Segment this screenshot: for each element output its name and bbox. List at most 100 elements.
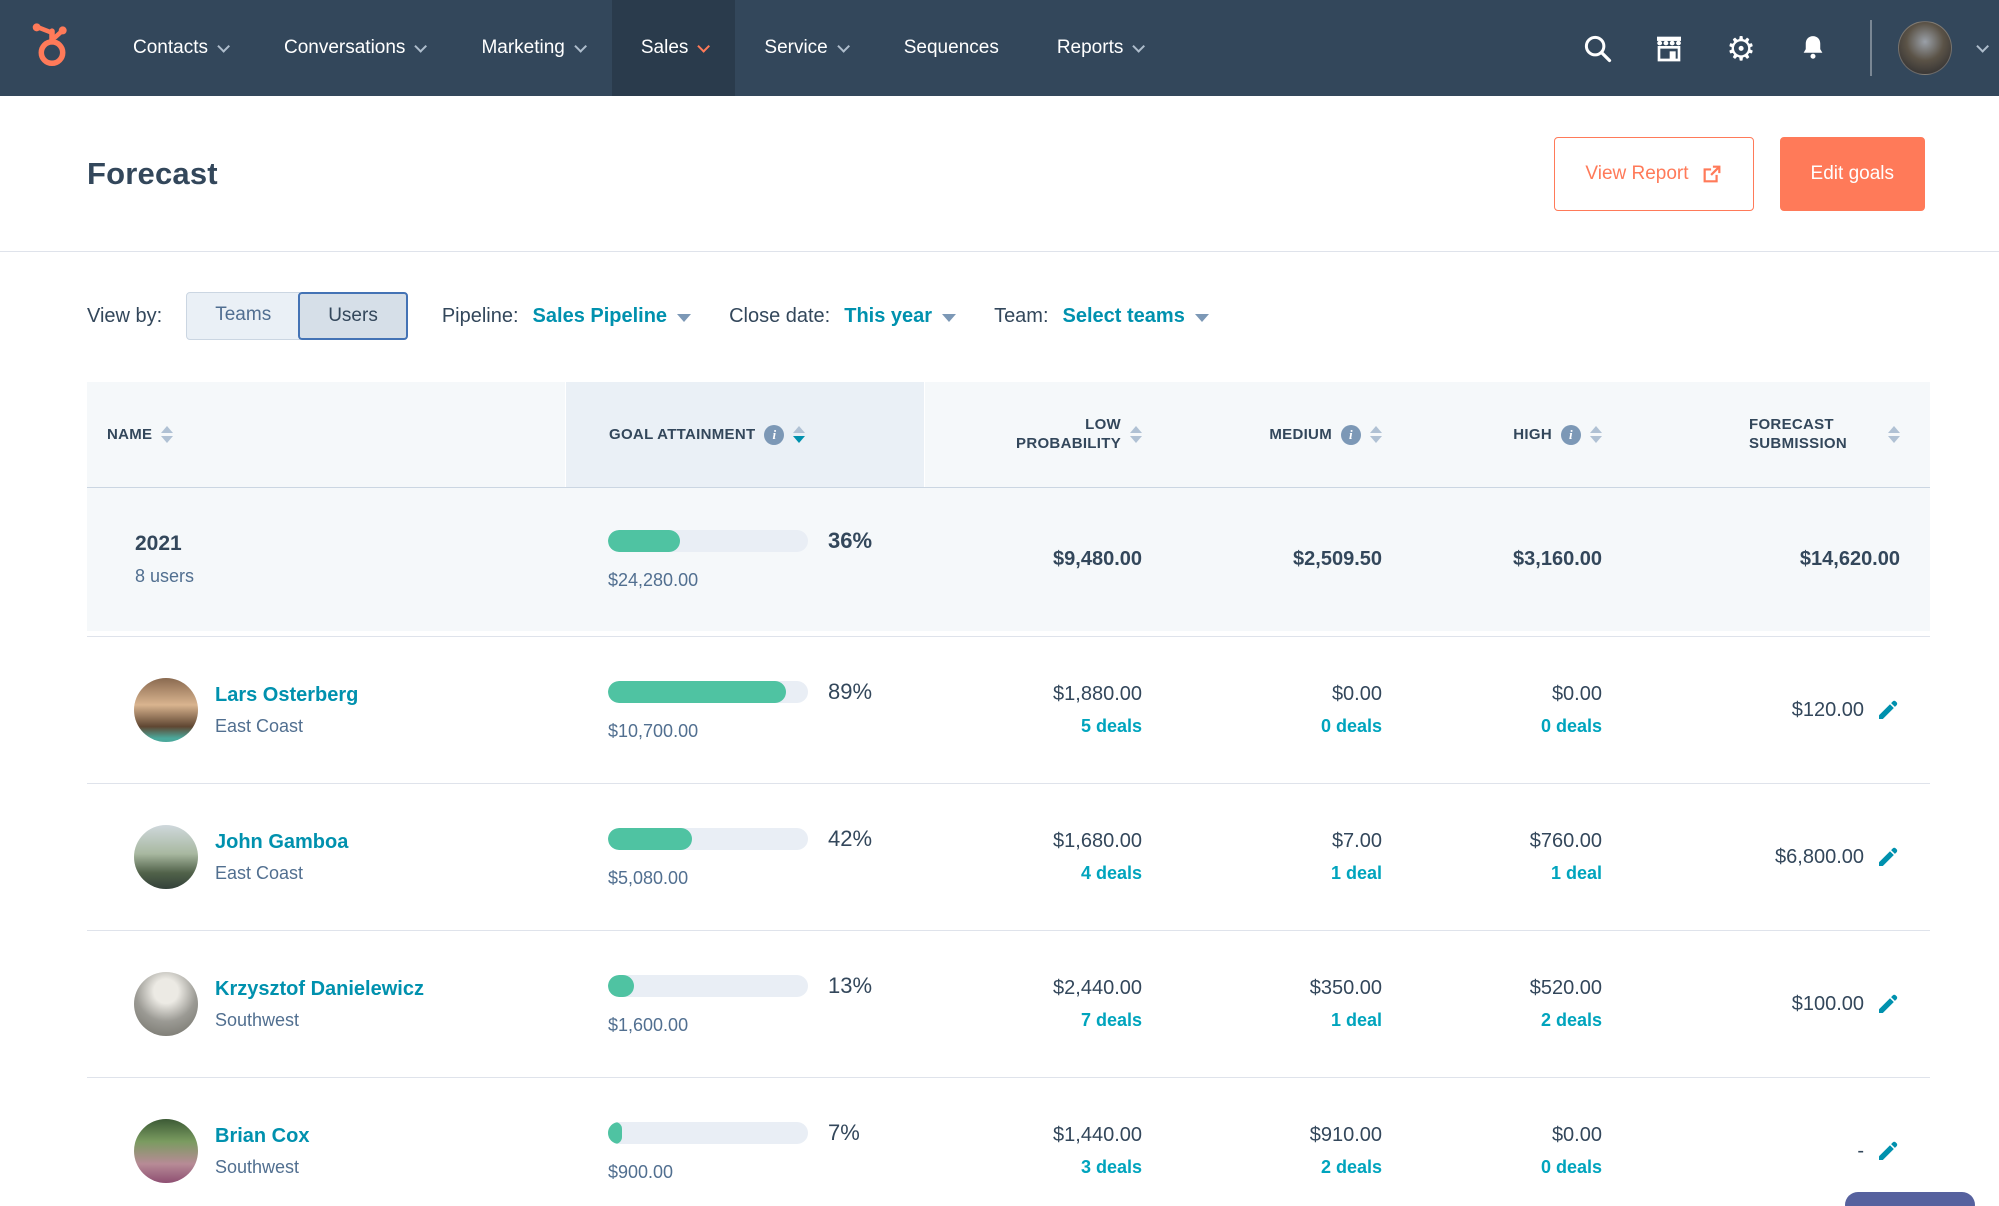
table-row: Krzysztof Danielewicz Southwest 13% $1,6… <box>87 930 1930 1077</box>
avatar[interactable] <box>134 678 198 742</box>
table-row: John Gamboa East Coast 42% $5,080.00 $1,… <box>87 783 1930 930</box>
top-navigation: Contacts Conversations Marketing Sales S… <box>0 0 1999 96</box>
avatar[interactable] <box>134 972 198 1036</box>
high-amount: $520.00 <box>1529 977 1602 999</box>
medium-amount: $910.00 <box>1309 1124 1382 1146</box>
edit-goals-button[interactable]: Edit goals <box>1779 136 1925 211</box>
nav-item-conversations[interactable]: Conversations <box>255 0 452 96</box>
low-probability-total: $9,480.00 <box>1053 548 1142 570</box>
page-title: Forecast <box>87 155 218 191</box>
forecast-table: Name Goal attainment i Low Probability M… <box>87 382 1930 1206</box>
page-header: Forecast View Report Edit goals <box>0 96 1999 252</box>
nav-item-reports[interactable]: Reports <box>1028 0 1171 96</box>
column-header-medium[interactable]: Medium i <box>1177 382 1417 487</box>
search-icon[interactable] <box>1566 17 1628 79</box>
summary-user-count: 8 users <box>135 566 195 586</box>
goal-amount: $5,080.00 <box>608 867 689 888</box>
goal-percent: 13% <box>828 972 873 998</box>
user-avatar[interactable] <box>1898 21 1952 75</box>
goal-progress-bar <box>608 827 808 850</box>
marketplace-icon[interactable] <box>1638 17 1700 79</box>
forecast-amount: - <box>1857 1139 1864 1162</box>
users-toggle-button[interactable]: Users <box>298 292 408 340</box>
user-name-link[interactable]: Krzysztof Danielewicz <box>215 978 424 1001</box>
user-name-link[interactable]: John Gamboa <box>215 831 348 854</box>
summary-year: 2021 <box>135 532 182 555</box>
high-deals-link[interactable]: 0 deals <box>1417 716 1602 737</box>
info-icon[interactable]: i <box>764 424 785 445</box>
low-probability-amount: $1,680.00 <box>1053 830 1142 852</box>
user-name-link[interactable]: Lars Osterberg <box>215 684 358 707</box>
edit-forecast-pencil-icon[interactable] <box>1876 845 1900 869</box>
account-chevron-down-icon[interactable] <box>1976 39 1989 53</box>
user-name-link[interactable]: Brian Cox <box>215 1125 309 1148</box>
high-deals-link[interactable]: 0 deals <box>1417 1157 1602 1178</box>
sort-arrows-icon <box>1370 426 1382 443</box>
goal-progress-bar <box>608 974 808 997</box>
goal-amount: $900.00 <box>608 1161 674 1182</box>
goal-percent: 36% <box>828 528 873 553</box>
user-team: East Coast <box>215 862 304 883</box>
column-header-high[interactable]: High i <box>1417 382 1637 487</box>
goal-amount: $10,700.00 <box>608 720 699 741</box>
edit-forecast-pencil-icon[interactable] <box>1876 1139 1900 1163</box>
view-by-label: View by: <box>87 304 163 327</box>
medium-total: $2,509.50 <box>1293 548 1382 570</box>
low-deals-link[interactable]: 3 deals <box>925 1157 1142 1178</box>
avatar[interactable] <box>134 825 198 889</box>
nav-item-sales[interactable]: Sales <box>611 0 736 96</box>
low-deals-link[interactable]: 7 deals <box>925 1010 1142 1031</box>
sort-arrows-icon <box>1130 426 1142 443</box>
high-total: $3,160.00 <box>1513 548 1602 570</box>
goal-percent: 42% <box>828 825 873 851</box>
sort-arrows-icon <box>161 426 174 443</box>
column-header-name[interactable]: Name <box>87 382 565 487</box>
high-deals-link[interactable]: 2 deals <box>1417 1010 1602 1031</box>
nav-item-contacts[interactable]: Contacts <box>104 0 255 96</box>
high-amount: $0.00 <box>1551 1124 1602 1146</box>
nav-item-sequences[interactable]: Sequences <box>875 0 1028 96</box>
table-row: Brian Cox Southwest 7% $900.00 $1,440.00… <box>87 1077 1930 1206</box>
low-deals-link[interactable]: 4 deals <box>925 863 1142 884</box>
nav-item-service[interactable]: Service <box>735 0 874 96</box>
notifications-bell-icon[interactable] <box>1782 17 1844 79</box>
forecast-amount: $100.00 <box>1791 992 1864 1015</box>
nav-menu: Contacts Conversations Marketing Sales S… <box>104 0 1170 96</box>
close-date-label: Close date: <box>729 304 831 327</box>
medium-amount: $350.00 <box>1309 977 1382 999</box>
forecast-amount: $6,800.00 <box>1775 845 1864 868</box>
edit-forecast-pencil-icon[interactable] <box>1876 992 1900 1016</box>
medium-deals-link[interactable]: 0 deals <box>1177 716 1382 737</box>
medium-deals-link[interactable]: 2 deals <box>1177 1157 1382 1178</box>
nav-item-marketing[interactable]: Marketing <box>452 0 611 96</box>
summary-row: 2021 8 users 36% $24,280.00 $9,480.00 $2… <box>87 488 1930 636</box>
nav-divider <box>1870 20 1872 76</box>
chat-widget-button[interactable] <box>1845 1192 1975 1206</box>
close-date-dropdown[interactable]: This year <box>844 305 957 328</box>
column-header-low-probability[interactable]: Low Probability <box>925 382 1177 487</box>
info-icon[interactable]: i <box>1561 424 1581 445</box>
low-probability-amount: $1,440.00 <box>1053 1124 1142 1146</box>
high-amount: $0.00 <box>1551 683 1602 705</box>
column-header-goal-attainment[interactable]: Goal attainment i <box>565 382 925 487</box>
settings-gear-icon[interactable]: ⚙ <box>1710 17 1772 79</box>
column-header-forecast-submission[interactable]: Forecast Submission <box>1637 382 1930 487</box>
team-dropdown[interactable]: Select teams <box>1063 305 1209 328</box>
low-deals-link[interactable]: 5 deals <box>925 716 1142 737</box>
pipeline-dropdown[interactable]: Sales Pipeline <box>533 305 692 328</box>
teams-toggle-button[interactable]: Teams <box>186 292 301 340</box>
hubspot-logo[interactable] <box>0 0 104 96</box>
view-report-button[interactable]: View Report <box>1554 136 1754 211</box>
edit-forecast-pencil-icon[interactable] <box>1876 698 1900 722</box>
forecast-total: $14,620.00 <box>1799 548 1900 570</box>
medium-deals-link[interactable]: 1 deal <box>1177 1010 1382 1031</box>
avatar[interactable] <box>134 1119 198 1183</box>
pipeline-label: Pipeline: <box>441 304 519 327</box>
medium-deals-link[interactable]: 1 deal <box>1177 863 1382 884</box>
high-deals-link[interactable]: 1 deal <box>1417 863 1602 884</box>
chevron-down-icon <box>697 39 711 53</box>
goal-amount: $24,280.00 <box>608 570 699 590</box>
sort-arrows-icon <box>793 426 806 443</box>
user-team: Southwest <box>215 1009 300 1030</box>
info-icon[interactable]: i <box>1341 424 1361 445</box>
